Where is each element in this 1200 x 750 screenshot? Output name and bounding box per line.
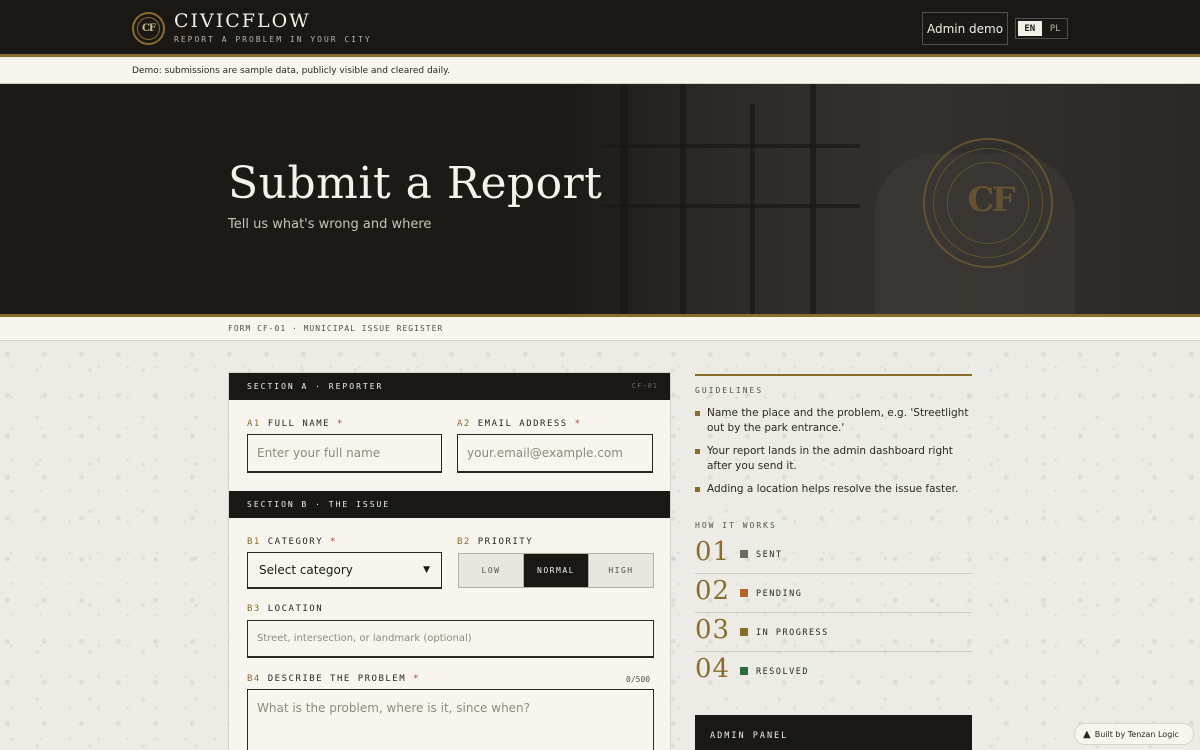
category-label: B1 CATEGORY * (247, 537, 337, 547)
admin-panel-title: ADMIN PANEL (710, 731, 789, 741)
guideline-item: Your report lands in the admin dashboard… (695, 444, 972, 474)
full-name-label: A1 FULL NAME * (247, 419, 344, 429)
priority-label: B2 PRIORITY (457, 537, 533, 547)
admin-demo-button[interactable]: Admin demo (922, 12, 1008, 45)
demo-notice-text: Demo: submissions are sample data, publi… (132, 66, 451, 76)
form-code-bar: FORM CF-01 · MUNICIPAL ISSUE REGISTER (0, 317, 1200, 341)
top-bar: CF CIVICFLOW REPORT A PROBLEM IN YOUR CI… (0, 0, 1200, 57)
email-label: A2 EMAIL ADDRESS * (457, 419, 582, 429)
guideline-text: Name the place and the problem, e.g. 'St… (707, 407, 969, 434)
bullet-icon (695, 449, 700, 454)
section-a-code: CF-01 (631, 382, 658, 390)
describe-required: * (413, 674, 420, 684)
guideline-text: Adding a location helps resolve the issu… (707, 483, 959, 495)
priority-num: B2 (457, 537, 471, 547)
hero-image (560, 84, 1200, 314)
email-required: * (574, 419, 582, 429)
section-b-header: SECTION B · THE ISSUE (229, 491, 670, 518)
status-dot-icon (740, 589, 748, 597)
full-name-label-text: FULL NAME (267, 419, 331, 429)
built-by-badge[interactable]: ▲ Built by Tenzan Logic (1074, 723, 1194, 745)
admin-panel-header[interactable]: ADMIN PANEL (695, 715, 972, 750)
step-number: 01 (695, 537, 731, 567)
status-dot-icon (740, 628, 748, 636)
logo-seal-text: CF (141, 23, 156, 34)
category-required: * (330, 537, 337, 547)
step-in-progress: 03 IN PROGRESS (695, 613, 972, 652)
logo-seal-icon[interactable]: CF (132, 12, 165, 45)
bullet-icon (695, 487, 700, 492)
step-label: SENT (756, 550, 783, 560)
brand-tagline: REPORT A PROBLEM IN YOUR CITY (174, 35, 372, 44)
email-label-text: EMAIL ADDRESS (477, 419, 568, 429)
email-num: A2 (457, 419, 471, 429)
category-select-value: Select category (259, 563, 353, 577)
location-num: B3 (247, 604, 261, 614)
step-number: 04 (695, 654, 731, 684)
report-form: SECTION A · REPORTER CF-01 A1 FULL NAME … (228, 372, 671, 750)
category-select[interactable]: Select category ▼ (247, 552, 442, 589)
step-number: 02 (695, 576, 731, 606)
step-sent: 01 SENT (695, 535, 972, 574)
priority-toggle: LOW NORMAL HIGH (458, 553, 654, 588)
full-name-required: * (336, 419, 344, 429)
hero-seal-text: CF (967, 180, 1015, 220)
bullet-icon (695, 411, 700, 416)
lang-pl-button[interactable]: PL (1044, 19, 1068, 38)
step-number: 03 (695, 615, 731, 645)
step-label: PENDING (756, 589, 803, 599)
priority-normal-button[interactable]: NORMAL (524, 554, 589, 587)
lang-en-button[interactable]: EN (1018, 21, 1042, 36)
describe-label: B4 DESCRIBE THE PROBLEM * (247, 674, 420, 684)
priority-label-text: PRIORITY (477, 537, 534, 547)
char-counter: 0/500 (626, 675, 651, 684)
hero-seal-icon: CF (923, 138, 1053, 268)
chevron-down-icon: ▼ (423, 565, 430, 575)
guideline-text: Your report lands in the admin dashboard… (707, 445, 953, 472)
form-code: FORM CF-01 · MUNICIPAL ISSUE REGISTER (228, 324, 444, 333)
describe-label-text: DESCRIBE THE PROBLEM (267, 674, 407, 684)
section-a-title: SECTION A · REPORTER (247, 382, 384, 391)
full-name-num: A1 (247, 419, 261, 429)
page-subtitle: Tell us what's wrong and where (228, 217, 432, 232)
step-pending: 02 PENDING (695, 574, 972, 613)
page-title: Submit a Report (228, 158, 603, 209)
demo-notice: Demo: submissions are sample data, publi… (0, 60, 1200, 84)
built-by-text: Built by Tenzan Logic (1094, 729, 1179, 739)
category-label-text: CATEGORY (267, 537, 324, 547)
mountain-icon: ▲ (1083, 728, 1091, 740)
language-switcher: EN PL (1015, 18, 1068, 39)
location-label: B3 LOCATION (247, 604, 323, 614)
guideline-item: Name the place and the problem, e.g. 'St… (695, 406, 972, 436)
priority-high-button[interactable]: HIGH (589, 554, 653, 587)
hero: Submit a Report Tell us what's wrong and… (0, 84, 1200, 314)
priority-low-button[interactable]: LOW (459, 554, 524, 587)
email-input[interactable]: your.email@example.com (457, 434, 653, 473)
brand-name[interactable]: CIVICFLOW (174, 10, 311, 32)
describe-textarea[interactable]: What is the problem, where is it, since … (247, 689, 654, 750)
step-label: RESOLVED (756, 667, 809, 677)
how-it-works-title: HOW IT WORKS (695, 521, 777, 530)
location-input[interactable]: Street, intersection, or landmark (optio… (247, 620, 654, 658)
step-label: IN PROGRESS (756, 628, 829, 638)
guidelines-title: GUIDELINES (695, 386, 764, 395)
section-b-title: SECTION B · THE ISSUE (247, 500, 391, 509)
step-resolved: 04 RESOLVED (695, 652, 972, 691)
full-name-input[interactable]: Enter your full name (247, 434, 442, 473)
location-label-text: LOCATION (267, 604, 324, 614)
describe-num: B4 (247, 674, 261, 684)
status-dot-icon (740, 667, 748, 675)
category-num: B1 (247, 537, 261, 547)
sidebar-rule (695, 374, 972, 376)
section-a-header: SECTION A · REPORTER CF-01 (229, 373, 670, 400)
status-dot-icon (740, 550, 748, 558)
guideline-item: Adding a location helps resolve the issu… (695, 482, 972, 498)
